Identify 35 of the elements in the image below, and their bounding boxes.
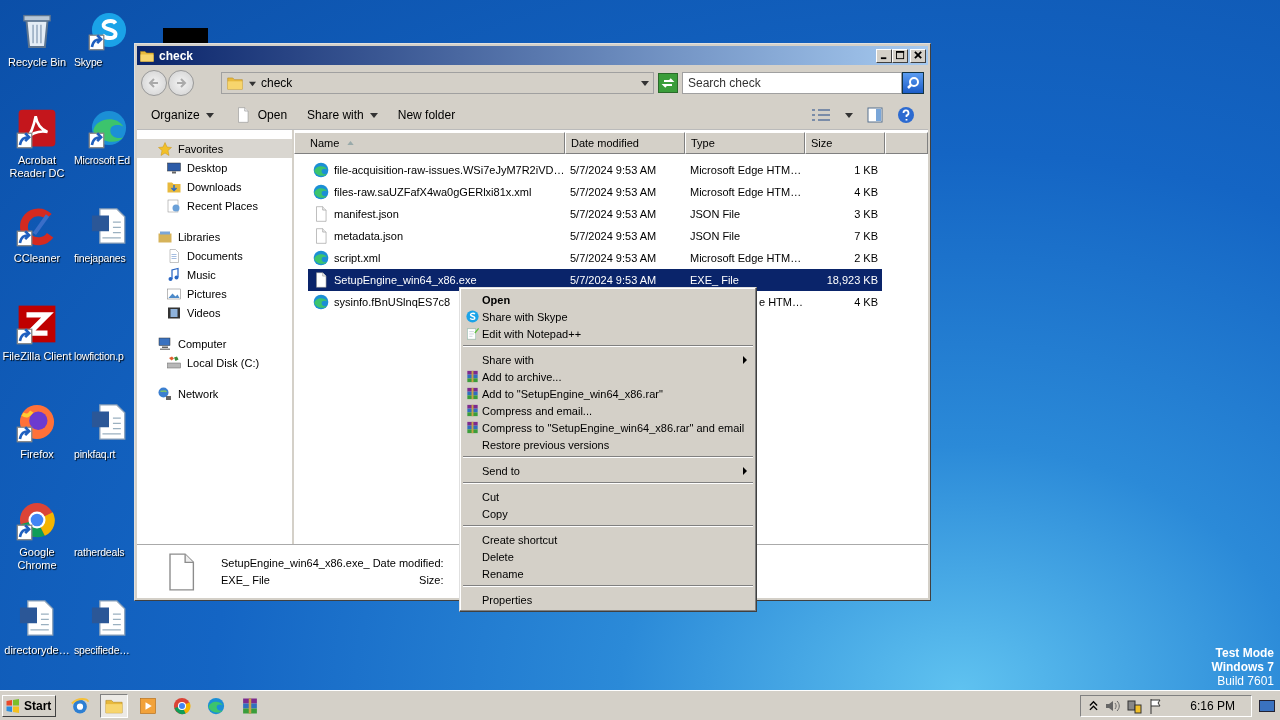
file-name: metadata.json [334, 230, 404, 242]
file-name: script.xml [334, 252, 381, 264]
file-type: Microsoft Edge HTM… [690, 186, 802, 198]
window-title: check [159, 48, 194, 63]
file-name: SetupEngine_win64_x86.exe_ [221, 557, 370, 569]
system-notice-text: Windows 7 [1211, 660, 1274, 674]
file-name: file-acquisition-raw-issues.WSi7eJyM7R2iVD… [334, 164, 565, 176]
date-modified: 5/7/2024 9:53 AM [570, 230, 657, 242]
file-size: 4 KB [854, 186, 878, 198]
file-name: sysinfo.fBnUSlnqES7c8 [334, 296, 451, 308]
file-size: 18,923 KB [826, 274, 878, 286]
file-type: e HTM… [759, 296, 803, 308]
detail-label: Date modified: [372, 557, 444, 569]
date-modified: 5/7/2024 9:53 AM [570, 186, 657, 198]
file-size: 3 KB [854, 208, 878, 220]
file-name: files-raw.saUZFafX4wa0gGERlxi81x.xml [334, 186, 532, 198]
file-size: 2 KB [854, 252, 878, 264]
file-type: JSON File [690, 208, 741, 220]
detail-label: Size: [418, 574, 444, 586]
file-type: EXE_ File [690, 274, 739, 286]
file-size: 4 KB [854, 296, 878, 308]
date-modified: 5/7/2024 9:53 AM [570, 208, 657, 220]
system-notice-text: Test Mode [1215, 646, 1274, 660]
file-size: 7 KB [854, 230, 878, 242]
file-type: Microsoft Edge HTM… [690, 164, 802, 176]
date-modified: 5/7/2024 9:53 AM [570, 274, 657, 286]
file-size: 1 KB [854, 164, 878, 176]
system-notice-text: Build 7601 [1217, 674, 1274, 688]
file-type: EXE_ File [221, 574, 271, 586]
file-type: JSON File [690, 230, 741, 242]
file-name: SetupEngine_win64_x86.exe [334, 274, 477, 286]
date-modified: 5/7/2024 9:53 AM [570, 252, 657, 264]
file-name: manifest.json [334, 208, 399, 220]
date-modified: 5/7/2024 9:53 AM [570, 164, 657, 176]
file-type: Microsoft Edge HTM… [690, 252, 802, 264]
